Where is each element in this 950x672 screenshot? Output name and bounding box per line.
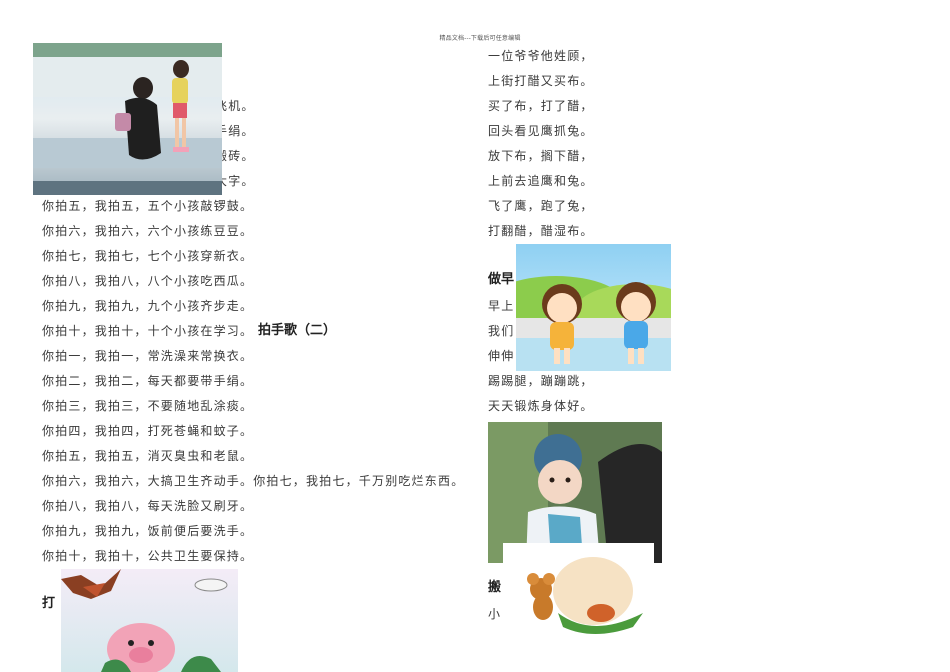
song-heading: 拍手歌（二） <box>258 323 337 338</box>
eagle-pig-image <box>61 569 238 672</box>
left-line: 你拍十，我拍十，公共卫生要保持。 <box>42 549 254 563</box>
right-heading-exercise: 做早 <box>488 272 515 287</box>
left-bottom-heading: 打 <box>42 596 56 611</box>
page-header: 精品文档---下载后可任意编辑 <box>439 35 521 42</box>
left-line: 你拍十，我拍十，十个小孩在学习。 <box>42 324 254 338</box>
right-line: 天天锻炼身体好。 <box>488 399 594 413</box>
right-line: 打翻醋，醋湿布。 <box>488 224 594 238</box>
left-line: 你拍四，我拍四，打死苍蝇和蚊子。 <box>42 424 254 438</box>
left-line: 你拍九，我拍九，饭前便后要洗手。 <box>42 524 254 538</box>
right-line: 回头看见鹰抓兔。 <box>488 124 594 138</box>
right-heading-bottom: 搬 <box>488 580 502 595</box>
left-line: 你拍一，我拍一，常洗澡来常换衣。 <box>42 349 254 363</box>
left-line: 你拍六，我拍六，大搞卫生齐动手。你拍七，我拍七，千万别吃烂东西。 <box>42 474 465 488</box>
left-line: 你拍二，我拍二，每天都要带手绢。 <box>42 374 254 388</box>
right-line: 上街打醋又买布。 <box>488 74 594 88</box>
mother-child-photo <box>33 43 222 195</box>
left-line: 你拍九，我拍九，九个小孩齐步走。 <box>42 299 254 313</box>
right-line: 伸伸 <box>488 349 515 363</box>
left-line: 你拍六，我拍六，六个小孩练豆豆。 <box>42 224 254 238</box>
left-line: 你拍三，我拍三，不要随地乱涂痰。 <box>42 399 254 413</box>
right-line: 买了布，打了醋， <box>488 99 594 113</box>
right-line: 我们 <box>488 324 515 338</box>
right-line: 上前去追鹰和兔。 <box>488 174 594 188</box>
left-line: 你拍五，我拍五，消灭臭虫和老鼠。 <box>42 449 254 463</box>
mouse-egg-image <box>503 543 654 639</box>
right-line: 一位爷爷他姓顾， <box>488 49 594 63</box>
left-line: 你拍七，我拍七，七个小孩穿新衣。 <box>42 249 254 263</box>
left-line: 你拍八，我拍八，八个小孩吃西瓜。 <box>42 274 254 288</box>
right-line: 飞了鹰，跑了兔， <box>488 199 594 213</box>
right-line: 早上 <box>488 299 515 313</box>
cartoon-kids-image <box>516 244 671 371</box>
right-line: 小 <box>488 607 502 621</box>
baby-photo <box>488 422 662 563</box>
right-line: 踢踢腿，蹦蹦跳， <box>488 374 594 388</box>
left-line: 你拍五，我拍五，五个小孩敲锣鼓。 <box>42 199 254 213</box>
right-line: 放下布，搁下醋， <box>488 149 594 163</box>
left-line: 你拍八，我拍八，每天洗脸又刷牙。 <box>42 499 254 513</box>
